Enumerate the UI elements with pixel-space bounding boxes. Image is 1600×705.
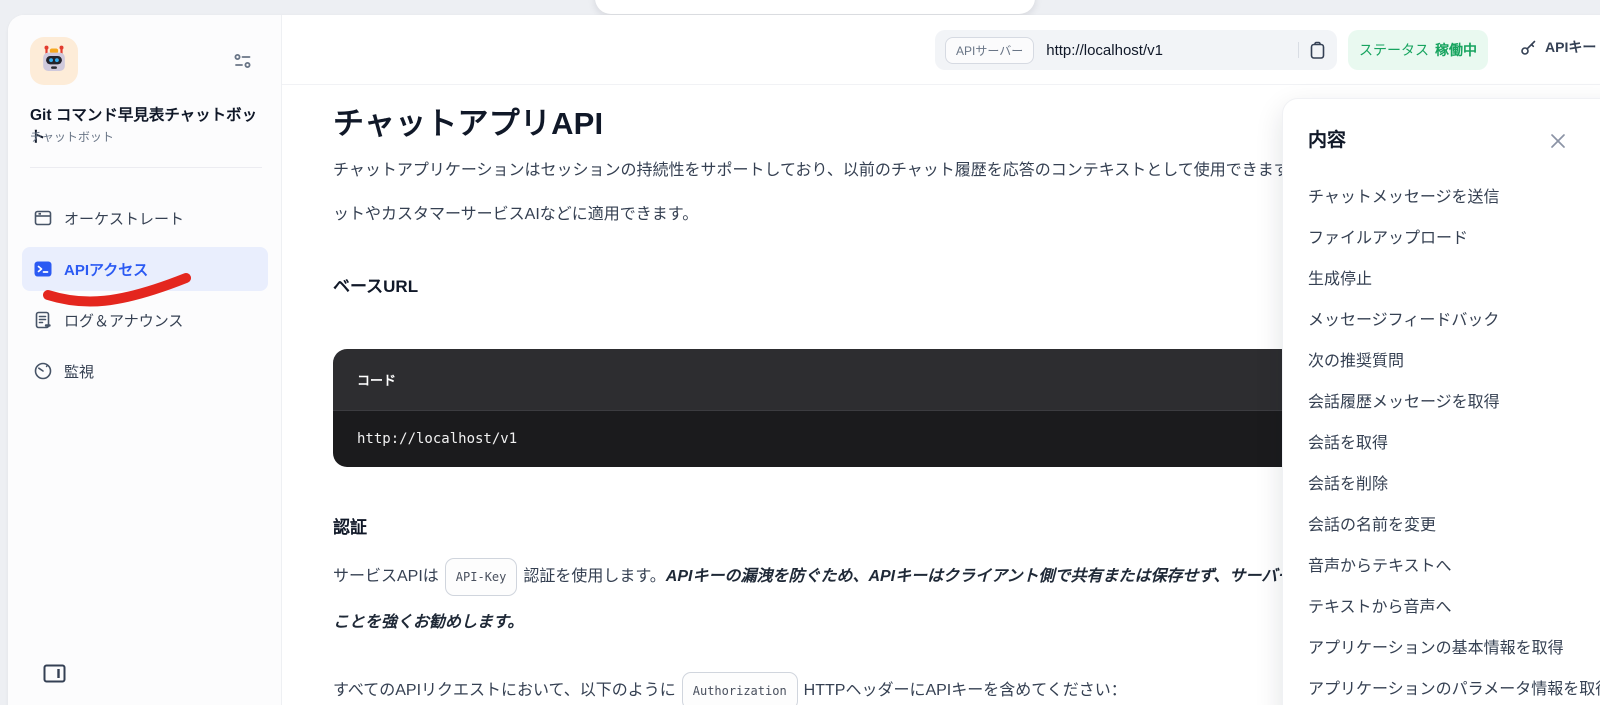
auth-text-after: 認証を使用します。 [523,568,666,585]
sidebar-item-logs[interactable]: ログ＆アナウンス [22,298,268,342]
api-key-label: APIキー [1545,39,1597,55]
topbar: APIサーバー http://localhost/v1 ステータス 稼働中 AP… [282,15,1600,85]
sidebar-item-label: オーケストレート [64,210,185,228]
app-avatar [30,37,78,85]
status-badge: ステータス 稼働中 [1348,30,1488,70]
auth-warning-line1: APIキーの漏洩を防ぐため、APIキーはクライアント側で共有または保存せず、サー… [665,568,1390,585]
api-server-pill: APIサーバー http://localhost/v1 [935,30,1337,70]
toc-item[interactable]: 次の推奨質問 [1308,338,1600,379]
toc-item[interactable]: アプリケーションの基本情報を取得 [1308,625,1600,666]
monitoring-gauge-icon [34,362,52,380]
api-server-chip: APIサーバー [945,36,1035,64]
sidebar-item-orchestrate[interactable]: オーケストレート [22,196,268,240]
toc-item[interactable]: アプリケーションのパラメータ情報を取得 [1308,666,1600,705]
api-key-button[interactable]: APIキー [1520,37,1596,57]
top-floating-dialog [595,0,1035,14]
sidebar-item-api-access[interactable]: APIアクセス [22,247,268,291]
toc-item[interactable]: テキストから音声へ [1308,584,1600,625]
auth-warning-line2: ことを強くお勧めします。 [333,614,524,631]
api-server-url: http://localhost/v1 [1046,41,1163,59]
toc-item[interactable]: ファイルアップロード [1308,215,1600,256]
robot-icon [43,45,65,71]
auth-text-before: サービスAPIは [333,568,439,585]
toc-panel: 内容 チャットメッセージを送信 ファイルアップロード 生成停止 メッセージフィードバッ… [1282,98,1600,705]
request-text-before: すべてのAPIリクエストにおいて、以下のように [333,682,676,699]
sidebar-item-monitoring[interactable]: 監視 [22,349,268,393]
toc-item[interactable]: 生成停止 [1308,256,1600,297]
logs-icon [34,311,52,329]
sidebar-item-label: 監視 [64,363,95,381]
terminal-icon [34,260,52,278]
api-key-chip: API-Key [444,558,518,596]
orchestrate-window-icon [34,209,52,227]
sidebar-item-label: APIアクセス [64,261,149,279]
sidebar-item-label: ログ＆アナウンス [64,312,184,330]
sidebar-divider [30,167,262,168]
pill-divider [1298,42,1299,58]
app-type-label: チャットボット [30,130,114,144]
toc-item[interactable]: チャットメッセージを送信 [1308,174,1600,215]
toc-item[interactable]: 会話の名前を変更 [1308,502,1600,543]
status-value: 稼働中 [1435,42,1477,58]
toc-item[interactable]: 音声からテキストへ [1308,543,1600,584]
code-label: コード [357,373,397,388]
copy-url-icon[interactable] [1309,40,1327,60]
key-icon [1521,40,1536,55]
authorization-chip: Authorization [681,672,798,705]
app-settings-icon[interactable] [233,53,253,69]
status-label: ステータス [1359,42,1429,58]
base-url-code: http://localhost/v1 [357,431,518,447]
collapse-sidebar-icon[interactable] [43,664,66,683]
toc-item[interactable]: 会話を取得 [1308,420,1600,461]
toc-item[interactable]: メッセージフィードバック [1308,297,1600,338]
sidebar: Git コマンド早見表チャットボット チャットボット オーケストレート APIア… [8,15,282,705]
toc-list: チャットメッセージを送信 ファイルアップロード 生成停止 メッセージフィードバック 次の… [1308,174,1600,705]
toc-item[interactable]: 会話を削除 [1308,461,1600,502]
sidebar-nav: オーケストレート APIアクセス ログ＆アナウンス 監視 [22,196,268,400]
close-icon[interactable] [1548,131,1568,151]
request-text-after: HTTPヘッダーにAPIキーを含めてください： [803,682,1127,699]
toc-item[interactable]: 会話履歴メッセージを取得 [1308,379,1600,420]
